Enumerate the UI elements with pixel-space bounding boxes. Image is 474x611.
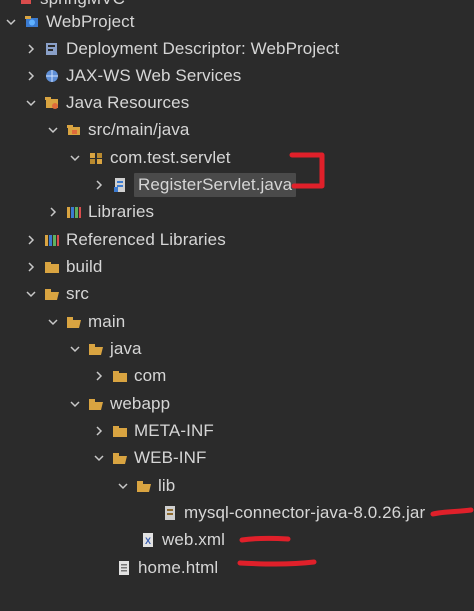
chevron-right-icon[interactable]: [92, 178, 106, 192]
xml-file-icon: X: [140, 532, 156, 548]
tree-row-lib[interactable]: lib: [116, 474, 175, 498]
tree-item-label: mysql-connector-java-8.0.26.jar: [184, 503, 426, 522]
folder-icon: [112, 368, 128, 384]
web-services-icon: [44, 68, 60, 84]
chevron-right-icon[interactable]: [24, 233, 38, 247]
tree-item-label: web.xml: [162, 530, 226, 549]
tree-item-label: home.html: [138, 558, 219, 577]
tree-item-label: src: [66, 284, 89, 303]
tree-item-label: Deployment Descriptor: WebProject: [66, 39, 340, 58]
tree-item-label: WebProject: [46, 12, 135, 31]
folder-open-icon: [88, 341, 104, 357]
folder-icon: [44, 259, 60, 275]
tree-row-java[interactable]: java: [68, 337, 142, 361]
folder-icon: [112, 423, 128, 439]
chevron-down-icon[interactable]: [92, 451, 106, 465]
folder-open-icon: [136, 478, 152, 494]
chevron-right-icon[interactable]: [92, 369, 106, 383]
chevron-down-icon[interactable]: [4, 15, 18, 29]
web-project-icon: [24, 14, 40, 30]
tree-item-label: Libraries: [88, 202, 155, 221]
chevron-down-icon[interactable]: [46, 315, 60, 329]
chevron-right-icon[interactable]: [92, 424, 106, 438]
tree-row-main[interactable]: main: [46, 310, 125, 334]
tree-row-register-servlet[interactable]: RegisterServlet.java: [92, 173, 297, 197]
project-explorer-tree: springMVC WebProject Deployment Desc: [0, 0, 474, 611]
tree-row-home-html[interactable]: home.html: [116, 556, 218, 580]
chevron-down-icon[interactable]: [46, 123, 60, 137]
tree-item-label-selected: RegisterServlet.java: [134, 173, 297, 197]
tree-row-jax-ws[interactable]: JAX-WS Web Services: [24, 64, 241, 88]
tree-item-label: Java Resources: [66, 93, 190, 112]
chevron-down-icon[interactable]: [116, 479, 130, 493]
tree-item-label: lib: [158, 476, 176, 495]
java-resources-icon: [44, 95, 60, 111]
tree-row-package[interactable]: com.test.servlet: [68, 146, 231, 170]
tree-row-com[interactable]: com: [92, 364, 166, 388]
tree-row-webproject[interactable]: WebProject: [4, 10, 135, 34]
chevron-right-icon[interactable]: [24, 42, 38, 56]
red-underline-home-html: [237, 559, 317, 567]
folder-open-icon: [44, 286, 60, 302]
tree-row-src-main-java[interactable]: src/main/java: [46, 118, 189, 142]
java-file-icon: [112, 177, 128, 193]
tree-row-build[interactable]: build: [24, 255, 102, 279]
tree-row-meta-inf[interactable]: META-INF: [92, 419, 214, 443]
chevron-right-icon[interactable]: [24, 260, 38, 274]
tree-item-label: WEB-INF: [134, 448, 207, 467]
tree-item-label: build: [66, 257, 103, 276]
tree-row-web-inf[interactable]: WEB-INF: [92, 446, 206, 470]
chevron-down-icon[interactable]: [68, 342, 82, 356]
tree-row-mysql-jar[interactable]: mysql-connector-java-8.0.26.jar: [162, 501, 425, 525]
tree-row-libraries[interactable]: Libraries: [46, 200, 154, 224]
tree-row-src[interactable]: src: [24, 282, 89, 306]
red-project-icon: [18, 0, 34, 7]
libraries-icon: [44, 232, 60, 248]
tree-row-web-xml[interactable]: X web.xml: [140, 528, 225, 552]
chevron-down-icon[interactable]: [68, 397, 82, 411]
tree-item-label: main: [88, 312, 126, 331]
tree-item-label: src/main/java: [88, 120, 190, 139]
chevron-down-icon[interactable]: [68, 151, 82, 165]
tree-item-label: JAX-WS Web Services: [66, 66, 242, 85]
tree-item-label: webapp: [110, 394, 171, 413]
libraries-icon: [66, 204, 82, 220]
tree-row-java-resources[interactable]: Java Resources: [24, 91, 189, 115]
chevron-down-icon[interactable]: [24, 96, 38, 110]
jar-file-icon: [162, 505, 178, 521]
folder-open-icon: [66, 314, 82, 330]
source-folder-icon: [66, 122, 82, 138]
tree-item-label: META-INF: [134, 421, 214, 440]
tree-item-label: com: [134, 366, 167, 385]
tree-row-deployment-descriptor[interactable]: Deployment Descriptor: WebProject: [24, 37, 339, 61]
tree-item-label: Referenced Libraries: [66, 230, 226, 249]
chevron-right-icon[interactable]: [24, 69, 38, 83]
package-icon: [88, 150, 104, 166]
red-underline-web-xml: [239, 535, 291, 543]
chevron-right-icon[interactable]: [46, 205, 60, 219]
tree-item-label: java: [110, 339, 142, 358]
deployment-descriptor-icon: [44, 41, 60, 57]
red-underline-jar: [430, 507, 474, 517]
folder-open-icon: [112, 450, 128, 466]
html-file-icon: [116, 560, 132, 576]
tree-row-referenced-libraries[interactable]: Referenced Libraries: [24, 228, 226, 252]
folder-open-icon: [88, 396, 104, 412]
svg-text:X: X: [145, 536, 151, 546]
tree-item-label: com.test.servlet: [110, 148, 231, 167]
tree-row-webapp[interactable]: webapp: [68, 392, 170, 416]
chevron-down-icon[interactable]: [24, 287, 38, 301]
